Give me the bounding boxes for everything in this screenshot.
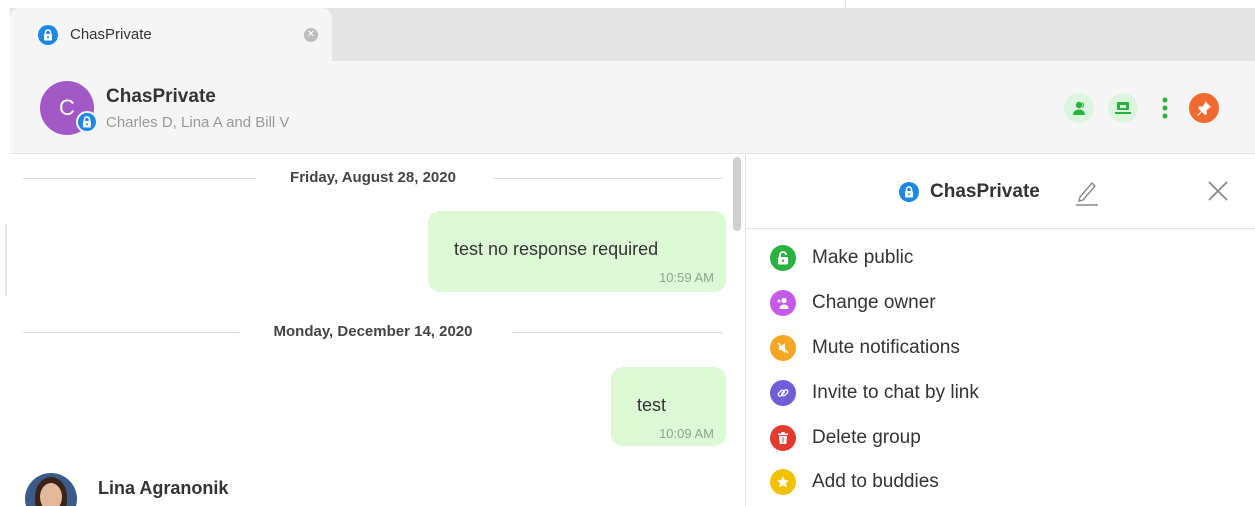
rail-marker xyxy=(5,224,7,296)
chat-members: Charles D, Lina A and Bill V xyxy=(106,114,290,131)
tab-chasprivate[interactable]: ChasPrivate ✕ xyxy=(10,8,332,61)
sender-name: Lina Agranonik xyxy=(98,478,229,498)
message-time: 10:59 AM xyxy=(659,270,714,285)
chat-title: ChasPrivate xyxy=(106,86,216,107)
menu-mute-notifications[interactable]: Mute notifications xyxy=(770,334,960,362)
menu-label: Invite to chat by link xyxy=(812,382,979,403)
window-divider xyxy=(845,0,846,8)
lock-icon xyxy=(38,25,58,45)
message-text: test no response required xyxy=(454,239,659,259)
mute-icon xyxy=(770,335,796,361)
date-divider: Monday, December 14, 2020 xyxy=(23,321,723,343)
message-text: test xyxy=(637,395,667,415)
trash-icon xyxy=(770,425,796,451)
menu-invite-link[interactable]: Invite to chat by link xyxy=(770,379,979,407)
date-label: Monday, December 14, 2020 xyxy=(273,323,473,340)
unlock-icon xyxy=(770,245,796,271)
menu-delete-group[interactable]: Delete group xyxy=(770,424,921,452)
private-lock-icon xyxy=(76,111,98,133)
screen-share-button[interactable] xyxy=(1108,93,1138,123)
close-panel-button[interactable] xyxy=(1207,180,1229,207)
more-options-button[interactable] xyxy=(1154,93,1176,123)
menu-label: Add to buddies xyxy=(812,471,939,492)
menu-make-public[interactable]: Make public xyxy=(770,244,913,272)
message-bubble[interactable]: test 10:09 AM xyxy=(611,367,726,446)
star-icon xyxy=(770,469,796,495)
menu-change-owner[interactable]: Change owner xyxy=(770,289,936,317)
close-tab-icon[interactable]: ✕ xyxy=(304,28,318,42)
pencil-icon xyxy=(1076,181,1098,206)
date-divider: Friday, August 28, 2020 xyxy=(23,167,723,189)
screen-share-icon xyxy=(1115,102,1131,114)
date-label: Friday, August 28, 2020 xyxy=(290,169,456,186)
scrollbar[interactable] xyxy=(733,157,741,231)
link-icon xyxy=(770,380,796,406)
pin-button[interactable] xyxy=(1189,93,1219,123)
pin-icon xyxy=(1197,101,1211,116)
menu-add-to-buddies[interactable]: Add to buddies xyxy=(770,468,939,496)
lock-icon xyxy=(899,182,919,202)
sender-avatar[interactable] xyxy=(25,473,77,506)
left-rail xyxy=(0,61,10,506)
menu-label: Delete group xyxy=(812,427,921,448)
top-strip xyxy=(0,0,1255,8)
message-bubble[interactable]: test no response required 10:59 AM xyxy=(428,211,726,292)
panel-header: ChasPrivate xyxy=(746,155,1255,229)
call-icon xyxy=(1073,101,1085,115)
menu-label: Change owner xyxy=(812,292,936,313)
call-button[interactable] xyxy=(1064,93,1094,123)
menu-label: Mute notifications xyxy=(812,337,960,358)
panel-title: ChasPrivate xyxy=(930,181,1040,202)
tab-bar: ChasPrivate ✕ xyxy=(10,8,1255,61)
chat-info-panel: ChasPrivate Make public Change owner Mut… xyxy=(745,155,1255,506)
chat-header: C ChasPrivate Charles D, Lina A and Bill… xyxy=(10,61,1255,154)
menu-label: Make public xyxy=(812,247,914,268)
message-time: 10:09 AM xyxy=(659,426,714,441)
edit-name-button[interactable] xyxy=(1074,177,1100,212)
close-icon xyxy=(1208,181,1228,201)
change-owner-icon xyxy=(770,290,796,316)
tab-label: ChasPrivate xyxy=(70,26,152,43)
more-vertical-icon xyxy=(1162,97,1168,119)
message-area[interactable]: Friday, August 28, 2020 test no response… xyxy=(10,155,745,506)
